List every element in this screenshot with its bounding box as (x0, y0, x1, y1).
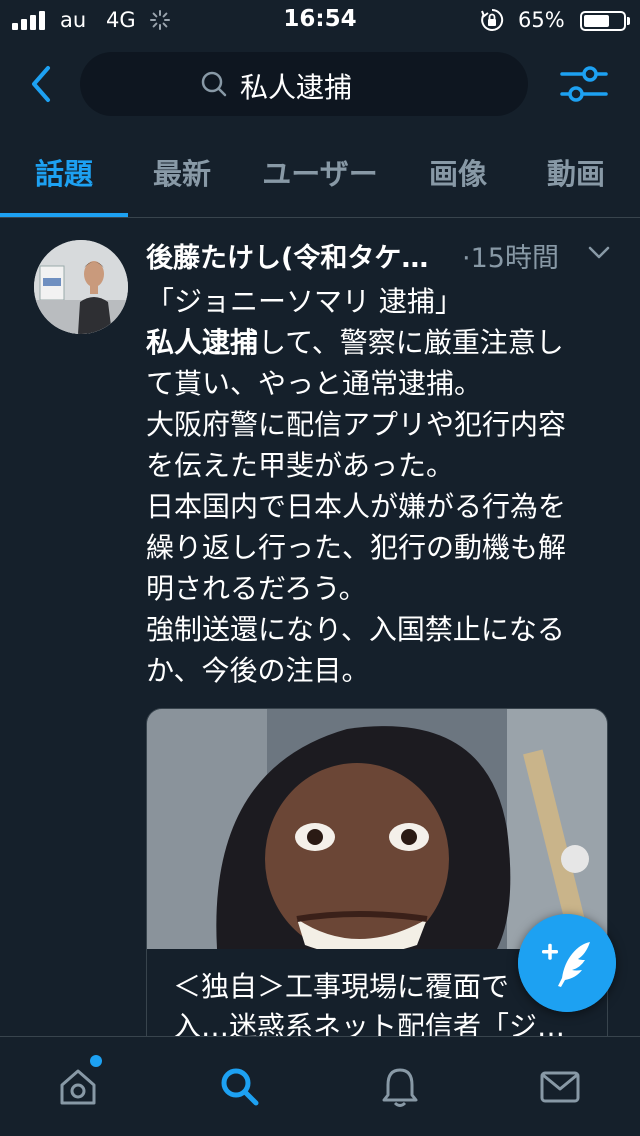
mail-icon[interactable] (538, 1065, 582, 1109)
tweet-line: を伝えた甲斐があった。 (146, 449, 455, 482)
search-icon (201, 71, 227, 97)
tweet-line: 日本国内で日本人が嫌がる行為を (146, 490, 567, 523)
tweet-line: 大阪府警に配信アプリや犯行内容 (146, 408, 567, 441)
sliders-icon (560, 66, 608, 102)
search-tabs: 話題 最新 ユーザー 画像 動画 (0, 128, 640, 218)
tab-photos[interactable]: 画像 (394, 128, 522, 216)
search-icon[interactable] (218, 1065, 262, 1109)
tweet-timestamp: ·15時間 (462, 243, 559, 274)
back-button[interactable] (22, 60, 62, 108)
chevron-down-icon[interactable] (588, 246, 610, 260)
avatar[interactable] (34, 240, 128, 334)
tweet-line: 繰り返し行った、犯行の動機も解 (146, 531, 567, 564)
tab-people[interactable]: ユーザー (250, 128, 390, 216)
active-tab-indicator (0, 213, 128, 217)
home-unread-dot (90, 1055, 102, 1067)
tweet-body: 「ジョニーソマリ 逮捕」 私人逮捕して、警察に厳重注意し て貰い、やっと通常逮捕… (146, 281, 616, 691)
tweet-line: 明されるだろう。 (146, 572, 367, 605)
battery-tip (627, 17, 630, 25)
filter-settings-button[interactable] (556, 60, 612, 108)
battery-percent: 65% (518, 8, 565, 32)
battery-icon (580, 11, 626, 31)
card-thumbnail-image (147, 709, 607, 949)
home-icon[interactable] (56, 1065, 100, 1109)
compose-tweet-button[interactable] (518, 914, 616, 1012)
tweet-line: 私人逮捕して、警察に厳重注意し (146, 326, 564, 359)
tab-videos[interactable]: 動画 (512, 128, 640, 216)
search-query: 私人逮捕 (240, 71, 353, 104)
bottom-tab-bar (0, 1036, 640, 1136)
tweet-line: 強制送還になり、入国禁止になる (146, 613, 565, 646)
tweet-author-name[interactable]: 後藤たけし(令和タケ… (146, 236, 428, 275)
status-bar: au 4G 16:54 65% (0, 0, 640, 40)
tab-top[interactable]: 話題 (0, 128, 128, 216)
search-highlight: 私人逮捕 (146, 326, 259, 359)
chevron-left-icon (32, 66, 50, 102)
battery-fill (584, 15, 609, 27)
tweet-line: 「ジョニーソマリ 逮捕」 (146, 285, 463, 318)
tab-latest[interactable]: 最新 (118, 128, 246, 216)
search-input[interactable]: 私人逮捕 (80, 52, 528, 116)
bell-icon[interactable] (378, 1065, 422, 1109)
rotation-lock-icon (481, 8, 504, 31)
tweet-line: か、今後の注目。 (146, 654, 370, 687)
tweet-line: て貰い、やっと通常逮捕。 (146, 367, 483, 400)
screen: au 4G 16:54 65% 私人逮捕 話題 最新 ユーザー 画像 動画 後藤… (0, 0, 640, 1136)
